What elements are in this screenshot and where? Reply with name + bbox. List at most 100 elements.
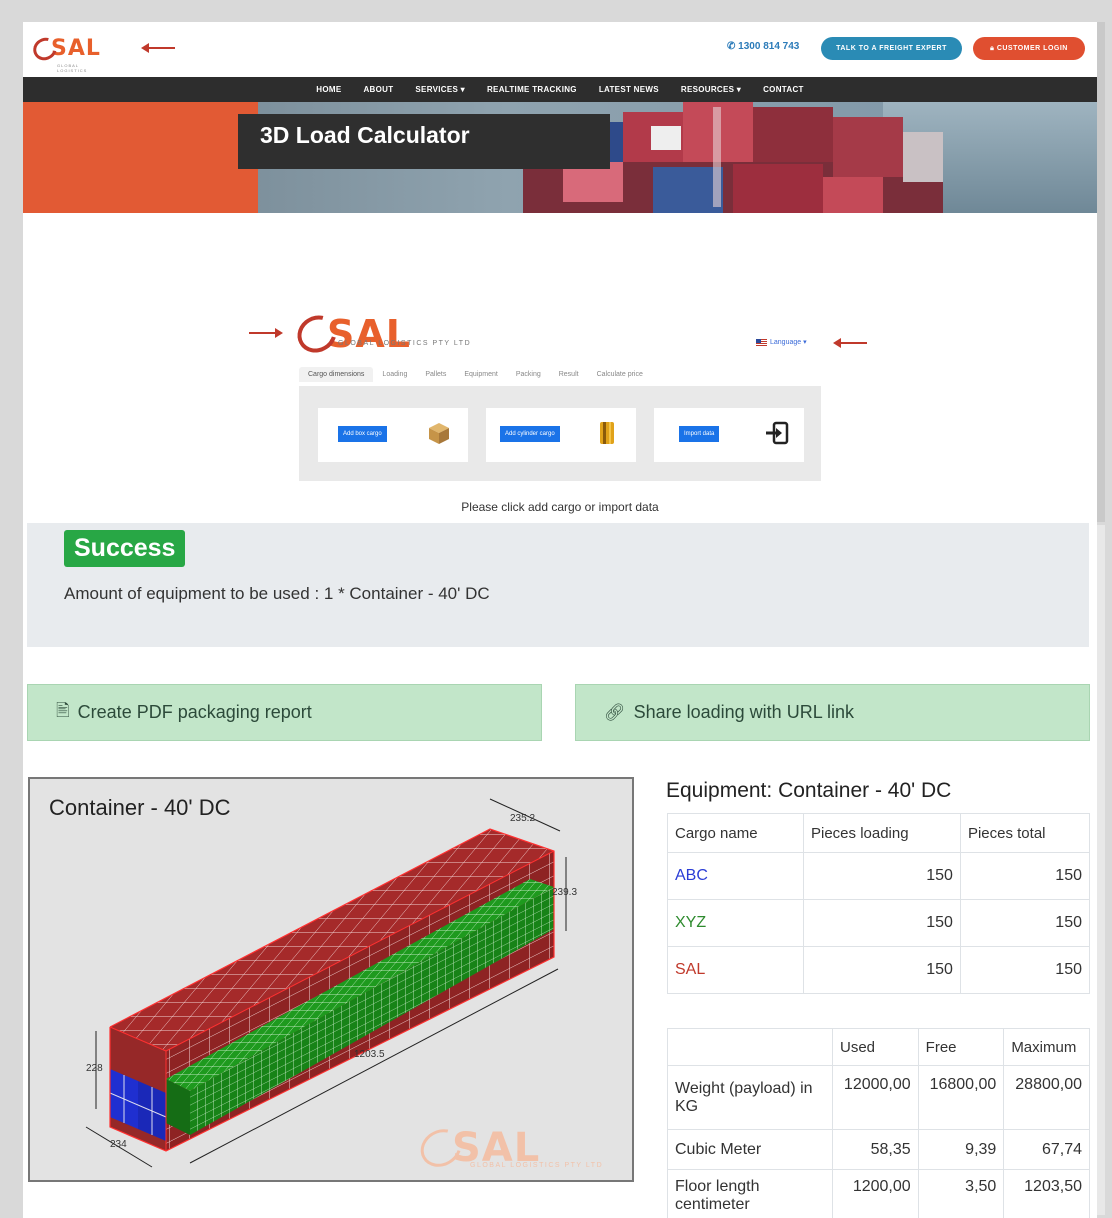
import-data-card: Import data	[654, 408, 804, 462]
calculator-logo-text: SAL	[327, 312, 411, 356]
stat-label: Weight (payload) in KG	[667, 1065, 833, 1130]
equipment-amount: Amount of equipment to be used : 1 * Con…	[64, 584, 490, 603]
create-pdf-button[interactable]: 🖹︎ Create PDF packaging report	[27, 684, 542, 741]
pieces-loading: 150	[803, 899, 961, 947]
nav-item-tracking[interactable]: REALTIME TRACKING	[476, 85, 588, 94]
table-row: Weight (payload) in KG 12000,00 16800,00…	[667, 1065, 1090, 1130]
nav-item-about[interactable]: ABOUT	[352, 85, 404, 94]
dim-length: 1203.5	[354, 1049, 385, 1060]
table-row: ABC 150 150	[667, 852, 1091, 900]
dim-width-top: 235.2	[510, 813, 536, 824]
pdf-file-icon: 🖹︎	[56, 701, 70, 720]
nav-item-contact[interactable]: CONTACT	[752, 85, 815, 94]
add-box-cargo-button[interactable]: Add box cargo	[338, 426, 387, 442]
cargo-panel: Add box cargo Add cylinder cargo Import …	[299, 386, 821, 481]
annotation-arrow-icon	[141, 43, 175, 53]
watermark-subtitle: GLOBAL LOGISTICS PTY LTD	[470, 1162, 604, 1169]
pieces-loading: 150	[803, 852, 961, 900]
dim-height-right: 239.3	[552, 887, 578, 898]
equipment-title: Equipment: Container - 40' DC	[666, 779, 952, 802]
stat-used: 58,35	[832, 1129, 919, 1170]
create-pdf-label: Create PDF packaging report	[77, 702, 312, 722]
tab-loading[interactable]: Loading	[373, 367, 416, 382]
dim-width-bottom: 234	[110, 1139, 127, 1150]
scrollbar-bottom[interactable]	[1097, 525, 1105, 1215]
stat-max: 67,74	[1003, 1129, 1090, 1170]
us-flag-icon	[756, 338, 767, 346]
empty-hint: Please click add cargo or import data	[461, 500, 659, 514]
main-nav: HOME ABOUT SERVICES ▾ REALTIME TRACKING …	[23, 77, 1097, 102]
box-icon	[429, 423, 449, 444]
logo-subtitle: GLOBAL LOGISTICS	[57, 63, 88, 73]
customer-login-button[interactable]: 🔒︎ CUSTOMER LOGIN	[973, 37, 1085, 60]
table-row: Cubic Meter 58,35 9,39 67,74	[667, 1129, 1090, 1170]
stat-free: 9,39	[917, 1129, 1005, 1170]
col-free: Free	[917, 1028, 1005, 1066]
import-data-button[interactable]: Import data	[679, 426, 720, 442]
capacity-table: Used Free Maximum Weight (payload) in KG…	[667, 1028, 1090, 1218]
talk-to-expert-button[interactable]: TALK TO A FREIGHT EXPERT	[821, 37, 962, 60]
link-icon: 🔗︎	[604, 702, 626, 722]
nav-item-news[interactable]: LATEST NEWS	[588, 85, 670, 94]
col-pieces-total: Pieces total	[959, 813, 1091, 853]
calculator-logo-subtitle: GLOBAL LOGISTICS PTY LTD	[338, 340, 472, 347]
tab-cargo-dimensions[interactable]: Cargo dimensions	[299, 367, 374, 382]
cargo-name: ABC	[667, 852, 804, 900]
stat-free: 3,50	[917, 1169, 1005, 1218]
customer-login-label: CUSTOMER LOGIN	[996, 45, 1068, 52]
scrollbar-top[interactable]	[1097, 22, 1105, 522]
site-header: SAL GLOBAL LOGISTICS ✆ 1300 814 743 TALK…	[23, 22, 1097, 77]
sal-logo[interactable]: SAL GLOBAL LOGISTICS	[29, 32, 101, 73]
tab-calculate-price[interactable]: Calculate price	[588, 367, 652, 382]
tab-pallets[interactable]: Pallets	[416, 367, 455, 382]
hero-accent-block	[23, 102, 258, 213]
cargo-name: SAL	[667, 946, 804, 994]
cargo-name: XYZ	[667, 899, 804, 947]
logo-text: SAL	[51, 36, 101, 61]
pieces-total: 150	[959, 946, 1091, 994]
pieces-total: 150	[959, 899, 1091, 947]
nav-item-home[interactable]: HOME	[305, 85, 352, 94]
stat-used: 12000,00	[832, 1065, 919, 1130]
annotation-arrow-icon	[833, 338, 867, 348]
success-badge: Success	[64, 530, 186, 567]
phone-icon: ✆	[727, 41, 736, 52]
add-cylinder-card: Add cylinder cargo	[486, 408, 636, 462]
tab-equipment[interactable]: Equipment	[455, 367, 506, 382]
sign-in-icon	[766, 421, 789, 445]
nav-item-services[interactable]: SERVICES ▾	[404, 85, 476, 94]
share-url-button[interactable]: 🔗︎ Share loading with URL link	[575, 684, 1090, 741]
share-url-label: Share loading with URL link	[633, 702, 855, 722]
language-select[interactable]: Language ▾	[756, 338, 807, 346]
annotation-arrow-icon	[249, 328, 283, 338]
stat-max: 28800,00	[1003, 1065, 1090, 1130]
result-panel: Success Amount of equipment to be used :…	[27, 523, 1089, 647]
hero-banner: 3D Load Calculator	[23, 102, 1097, 213]
lock-icon: 🔒︎	[990, 44, 997, 52]
col-blank	[667, 1028, 833, 1066]
dim-height-left: 228	[86, 1063, 103, 1074]
table-row: Floor length centimeter 1200,00 3,50 120…	[667, 1169, 1090, 1218]
cylinder-icon	[600, 422, 614, 444]
calculator-tabs: Cargo dimensions Loading Pallets Equipme…	[299, 367, 652, 382]
stat-label: Cubic Meter	[667, 1129, 833, 1170]
container-3d-render	[85, 798, 567, 1168]
tab-result[interactable]: Result	[550, 367, 588, 382]
calculator-logo: SAL	[290, 308, 411, 360]
page-title: 3D Load Calculator	[260, 122, 470, 148]
col-cargo-name: Cargo name	[667, 813, 804, 853]
page: SAL GLOBAL LOGISTICS ✆ 1300 814 743 TALK…	[23, 22, 1097, 1218]
stat-free: 16800,00	[917, 1065, 1005, 1130]
add-cylinder-cargo-button[interactable]: Add cylinder cargo	[500, 426, 560, 442]
language-label: Language ▾	[770, 339, 807, 346]
phone-link[interactable]: ✆ 1300 814 743	[727, 41, 799, 52]
table-row: SAL 150 150	[667, 946, 1091, 994]
cargo-table: Cargo name Pieces loading Pieces total A…	[667, 813, 1091, 994]
stat-label: Floor length centimeter	[667, 1169, 833, 1218]
nav-item-resources[interactable]: RESOURCES ▾	[670, 85, 752, 94]
add-box-card: Add box cargo	[318, 408, 468, 462]
col-used: Used	[832, 1028, 919, 1066]
container-3d-viewer[interactable]: Container - 40' DC 235.2 239.3 1203.5 22…	[28, 777, 634, 1182]
pieces-loading: 150	[803, 946, 961, 994]
tab-packing[interactable]: Packing	[507, 367, 550, 382]
